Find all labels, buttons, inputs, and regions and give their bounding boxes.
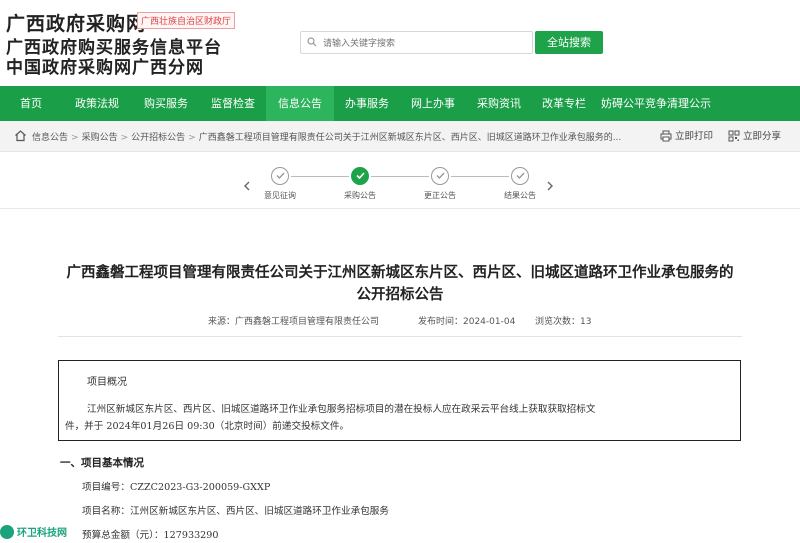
step-label-procurement: 采购公告 bbox=[344, 191, 376, 200]
nav-item-online[interactable]: 网上办事 bbox=[400, 86, 466, 121]
procurement-progress: 意见征询 采购公告 更正公告 结果公告 bbox=[0, 152, 800, 202]
logo-title-3: 中国政府采购网广西分网 bbox=[6, 58, 204, 78]
chevron-left-icon[interactable] bbox=[242, 181, 252, 191]
breadcrumb: 信息公告 > 采购公告 > 公开招标公告 > 广西鑫磐工程项目管理有限责任公司关于江州区新城… bbox=[0, 121, 800, 152]
breadcrumb-separator: > bbox=[120, 133, 129, 143]
summary-heading: 项目概况 bbox=[87, 377, 127, 388]
check-icon bbox=[355, 172, 365, 180]
article-title: 广西鑫磐工程项目管理有限责任公司关于江州区新城区东片区、西片区、旧城区道路环卫作… bbox=[66, 265, 734, 303]
divider bbox=[58, 336, 742, 337]
qr-code-icon bbox=[728, 130, 740, 142]
watermark-logo: 环卫科技网 bbox=[0, 524, 70, 542]
step-label-correction: 更正公告 bbox=[424, 191, 456, 200]
project-summary-box: 项目概况 江州区新城区东片区、西片区、旧城区道路环卫作业承包服务招标项目的潜在投… bbox=[58, 360, 741, 441]
main-nav: 首页 政策法规 购买服务 监督检查 信息公告 办事服务 网上办事 采购资讯 改革… bbox=[0, 86, 800, 121]
nav-item-announcements[interactable]: 信息公告 bbox=[266, 86, 334, 121]
watermark-text: 环卫科技网 bbox=[17, 528, 67, 539]
step-label-consultation: 意见征询 bbox=[264, 191, 296, 200]
article-publish-time: 发布时间：2024-01-04 bbox=[418, 317, 516, 327]
logo-title-1[interactable]: 广西政府采购网 bbox=[6, 9, 146, 36]
article-source: 来源：广西鑫磐工程项目管理有限责任公司 bbox=[208, 317, 380, 327]
project-number: 项目编号：CZZC2023-G3-200059-GXXP bbox=[82, 482, 271, 493]
nav-item-reform[interactable]: 改革专栏 bbox=[532, 86, 596, 121]
logo-badge: 广西壮族自治区财政厅 bbox=[137, 12, 236, 29]
check-icon bbox=[516, 172, 525, 180]
check-icon bbox=[276, 172, 285, 180]
breadcrumb-separator: > bbox=[71, 133, 79, 143]
search-box bbox=[300, 31, 533, 54]
summary-text-line: 件，并于 2024年01月26日 09:30（北京时间）前递交投标文件。 bbox=[65, 421, 350, 432]
nav-item-news[interactable]: 采购资讯 bbox=[466, 86, 532, 121]
breadcrumb-item-procurement[interactable]: 采购公告 bbox=[82, 133, 118, 143]
nav-item-purchase-service[interactable]: 购买服务 bbox=[132, 86, 200, 121]
project-name: 项目名称：江州区新城区东片区、西片区、旧城区道路环卫作业承包服务 bbox=[82, 506, 389, 517]
nav-item-supervision[interactable]: 监督检查 bbox=[200, 86, 266, 121]
project-budget: 预算总金额（元）：127933290 bbox=[82, 530, 219, 541]
breadcrumb-separator: > bbox=[188, 133, 196, 143]
breadcrumb-item-current: 广西鑫磐工程项目管理有限责任公司关于江州区新城区东片区、西片区、旧城区道路环卫作… bbox=[198, 133, 622, 143]
summary-text-line: 江州区新城区东片区、西片区、旧城区道路环卫作业承包服务招标项目的潜在投标人应在政… bbox=[87, 404, 596, 415]
share-label: 立即分享 bbox=[743, 131, 782, 142]
article-views: 浏览次数：13 bbox=[535, 317, 592, 327]
step-connector bbox=[451, 176, 509, 177]
search-input[interactable] bbox=[321, 34, 530, 53]
step-connector bbox=[291, 176, 349, 177]
print-label: 立即打印 bbox=[675, 131, 714, 142]
step-node-correction[interactable] bbox=[431, 167, 449, 185]
print-icon bbox=[660, 130, 672, 142]
print-button[interactable]: 立即打印 bbox=[660, 128, 713, 142]
share-button[interactable]: 立即分享 bbox=[728, 128, 781, 142]
step-connector bbox=[371, 176, 429, 177]
breadcrumb-trail: 信息公告 > 采购公告 > 公开招标公告 > 广西鑫磐工程项目管理有限责任公司关于江州区新城… bbox=[32, 130, 644, 143]
search-icon bbox=[307, 37, 317, 47]
breadcrumb-item-announcements[interactable]: 信息公告 bbox=[32, 133, 68, 143]
nav-item-policy[interactable]: 政策法规 bbox=[62, 86, 132, 121]
check-icon bbox=[436, 172, 445, 180]
nav-item-fair-competition[interactable]: 妨碍公平竞争清理公示 bbox=[596, 86, 716, 121]
step-node-procurement[interactable] bbox=[351, 167, 369, 185]
chevron-right-icon[interactable] bbox=[545, 181, 555, 191]
site-header: 广西政府采购网 广西壮族自治区财政厅 广西政府购买服务信息平台 中国政府采购网广… bbox=[0, 0, 800, 86]
breadcrumb-item-open-tender[interactable]: 公开招标公告 bbox=[131, 133, 185, 143]
step-label-result: 结果公告 bbox=[504, 191, 536, 200]
search-button[interactable]: 全站搜索 bbox=[535, 31, 603, 54]
home-icon[interactable] bbox=[14, 129, 27, 142]
summary-body: 江州区新城区东片区、西片区、旧城区道路环卫作业承包服务招标项目的潜在投标人应在政… bbox=[65, 401, 733, 435]
nav-item-services[interactable]: 办事服务 bbox=[334, 86, 400, 121]
nav-item-home[interactable]: 首页 bbox=[0, 86, 62, 121]
step-node-consultation[interactable] bbox=[271, 167, 289, 185]
section-heading: 一、项目基本情况 bbox=[60, 457, 144, 469]
step-node-result[interactable] bbox=[511, 167, 529, 185]
watermark-icon bbox=[0, 525, 14, 539]
